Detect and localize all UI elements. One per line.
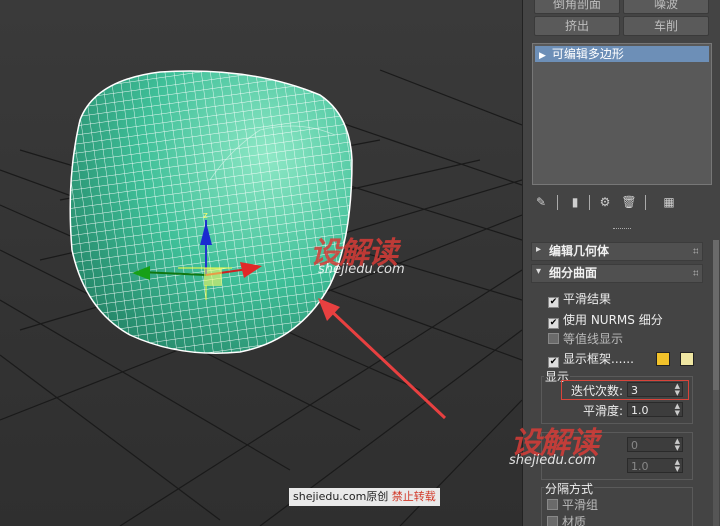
checkbox-label: 平滑结果 — [563, 292, 612, 306]
command-panel: 倒角剖面 噪波 挤出 车削 ▶ 可编辑多边形 ✎ ▮ ⚙ 🗑 ▦ ▸ 编辑几何体 … — [509, 0, 720, 526]
render-smoothness-value: 1.0 — [631, 460, 649, 473]
checkbox-label: 平滑组 — [562, 498, 599, 512]
modifier-stack[interactable]: ▶ 可编辑多边形 — [532, 43, 712, 185]
rollout-edit-geometry[interactable]: ▸ 编辑几何体 — [531, 242, 703, 261]
modifier-label: 可编辑多边形 — [551, 47, 624, 61]
grip-icon — [693, 248, 698, 254]
smoothness-label: 平滑度: — [583, 404, 624, 418]
show-end-result-icon[interactable]: ▮ — [567, 194, 583, 210]
smoothness-value: 1.0 — [631, 404, 649, 417]
credit-banner: shejiedu.com原创 禁止转载 — [289, 488, 440, 506]
credit-site: shejiedu.com原创 — [293, 490, 389, 503]
panel-divider — [613, 228, 631, 233]
checkbox-checked-icon[interactable]: ✔ — [548, 318, 559, 329]
checkbox-label: 等值线显示 — [563, 332, 624, 346]
plus-icon: ▸ — [536, 244, 542, 255]
minus-icon: ▾ — [536, 266, 542, 277]
cage-color-swatch-primary[interactable] — [656, 352, 670, 366]
rollout-title: 细分曲面 — [549, 266, 598, 280]
separate-by-label: 分隔方式 — [544, 480, 595, 497]
checkbox-checked-icon[interactable]: ✔ — [548, 297, 559, 308]
iterations-label: 迭代次数: — [571, 384, 624, 398]
checkbox-label: 显示框架...... — [563, 352, 634, 366]
modifier-stack-item[interactable]: ▶ 可编辑多边形 — [535, 46, 709, 62]
pin-stack-icon[interactable]: ✎ — [533, 194, 549, 210]
svg-text:z: z — [203, 211, 208, 221]
spinner-arrows-icon[interactable]: ▲ ▼ — [675, 403, 680, 417]
grip-icon — [693, 270, 698, 276]
rollout-subdivision-surface[interactable]: ▾ 细分曲面 — [531, 264, 703, 283]
smooth-result-checkbox[interactable]: ✔ 平滑结果 — [548, 291, 612, 308]
checkbox-label: 使用 NURMS 细分 — [563, 313, 663, 327]
iterations-spinner[interactable]: 3 ▲ ▼ — [627, 382, 683, 397]
checkbox-label: 材质 — [562, 515, 587, 526]
render-iterations-value: 0 — [631, 439, 638, 452]
make-unique-icon[interactable]: ⚙ — [597, 194, 613, 210]
watermark-domain: shejiedu.com — [318, 262, 405, 277]
materials-checkbox[interactable]: 材质 — [547, 514, 586, 526]
spinner-arrows-icon[interactable]: ▲ ▼ — [675, 438, 680, 452]
render-smoothness-spinner[interactable]: 1.0 ▲ ▼ — [627, 458, 683, 473]
checkbox-unchecked-icon[interactable] — [548, 333, 559, 344]
rollout-title: 编辑几何体 — [549, 244, 610, 258]
credit-notice: 禁止转载 — [391, 490, 436, 503]
spinner-arrows-icon[interactable]: ▲ ▼ — [675, 383, 680, 397]
checkbox-checked-icon[interactable]: ✔ — [548, 357, 559, 368]
show-cage-checkbox[interactable]: ✔ 显示框架...... — [548, 351, 634, 368]
checkbox-unchecked-icon[interactable] — [547, 499, 558, 510]
separator — [557, 195, 558, 210]
iterations-value: 3 — [631, 384, 638, 397]
scrollbar-thumb[interactable] — [713, 240, 719, 390]
panel-scrollbar[interactable] — [713, 240, 719, 526]
separator — [645, 195, 646, 210]
annotation-arrow — [318, 298, 447, 420]
bevel-profile-button[interactable]: 倒角剖面 — [534, 0, 620, 14]
use-nurms-checkbox[interactable]: ✔ 使用 NURMS 细分 — [548, 312, 663, 329]
perspective-viewport[interactable]: z 设解读 shejiedu.com shejiedu.com原创 禁止转载 — [0, 0, 522, 526]
watermark-domain-panel: shejiedu.com — [509, 453, 596, 468]
nurms-cube-mesh[interactable] — [60, 60, 360, 360]
remove-modifier-icon[interactable]: 🗑 — [621, 194, 637, 210]
noise-button[interactable]: 噪波 — [623, 0, 709, 14]
configure-modifier-sets-icon[interactable]: ▦ — [661, 194, 677, 210]
separator — [589, 195, 590, 210]
app-root: z 设解读 shejiedu.com shejiedu.com原创 禁止转载 倒… — [0, 0, 720, 526]
render-iterations-spinner[interactable]: 0 ▲ ▼ — [627, 437, 683, 452]
cage-color-swatch-secondary[interactable] — [680, 352, 694, 366]
isoline-display-checkbox[interactable]: 等值线显示 — [548, 331, 623, 347]
expand-triangle-icon[interactable]: ▶ — [539, 48, 546, 64]
spinner-arrows-icon[interactable]: ▲ ▼ — [675, 459, 680, 473]
stack-toolbar: ✎ ▮ ⚙ 🗑 ▦ — [533, 194, 708, 212]
extrude-button[interactable]: 挤出 — [534, 16, 620, 36]
checkbox-unchecked-icon[interactable] — [547, 516, 558, 526]
lathe-button[interactable]: 车削 — [623, 16, 709, 36]
viewport-scene: z — [0, 60, 522, 526]
smoothing-groups-checkbox[interactable]: 平滑组 — [547, 497, 598, 513]
smoothness-spinner[interactable]: 1.0 ▲ ▼ — [627, 402, 683, 417]
